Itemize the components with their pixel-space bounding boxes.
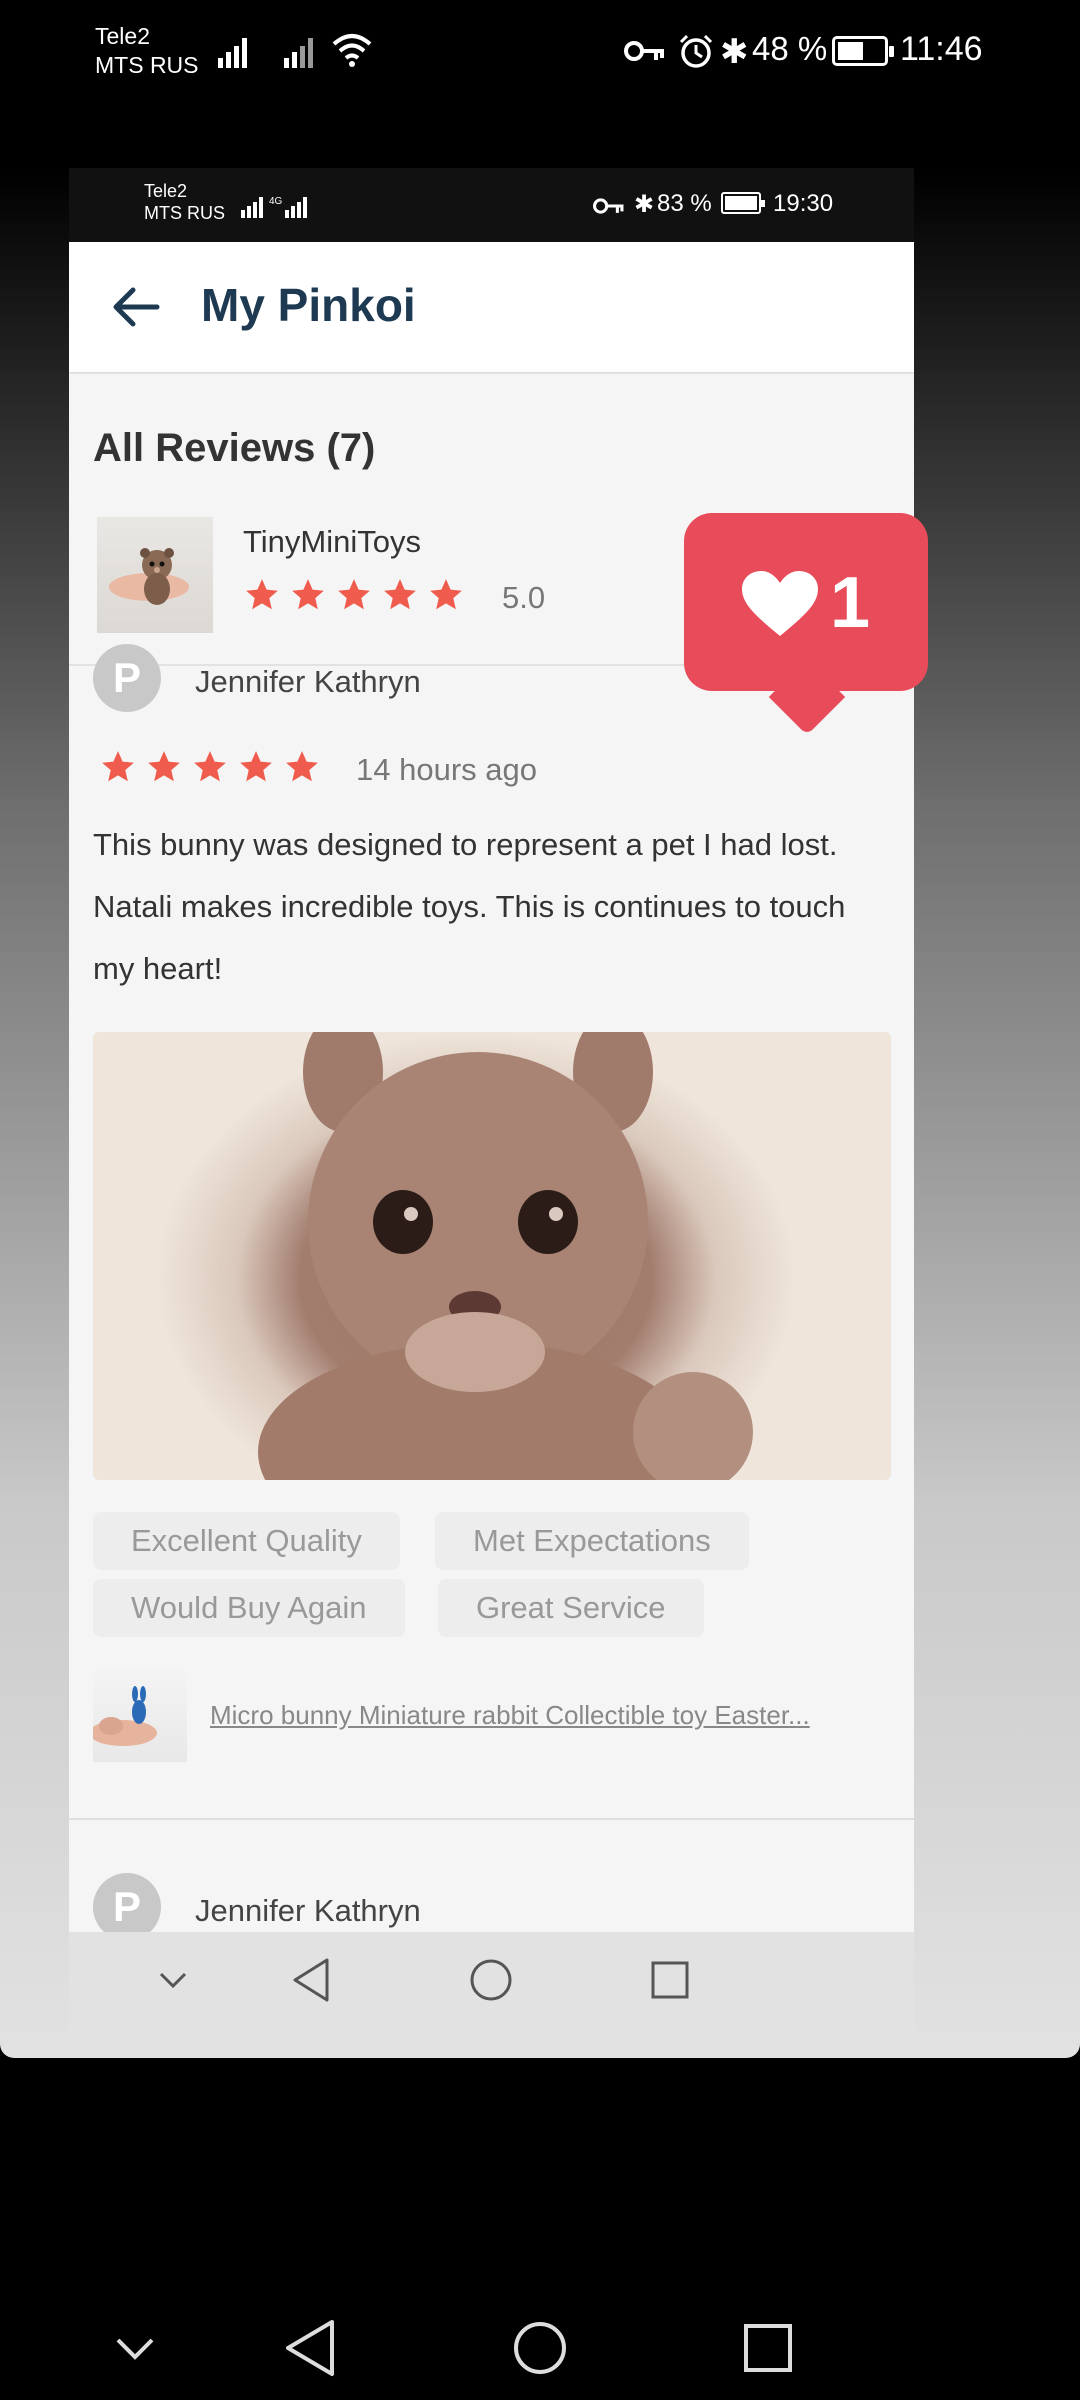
inner-status-bar: Tele2 MTS RUS 4G ✱ 83 % 19:30 — [69, 168, 914, 242]
inner-carrier-name-1: Tele2 — [144, 181, 188, 201]
star-icon — [292, 579, 324, 610]
system-navigation-bar — [0, 2300, 1080, 2400]
screenshot-preview[interactable]: Tele2 MTS RUS 4G ✱ 83 % 19:30 My Pinkoi — [0, 110, 1080, 2058]
shop-thumbnail[interactable] — [97, 517, 213, 633]
battery-percent: 48 % — [752, 30, 828, 67]
mini-bunny-image — [89, 1686, 157, 1746]
review-rating-stars — [99, 748, 321, 786]
review-time: 14 hours ago — [356, 752, 537, 787]
home-circle-icon[interactable] — [469, 1958, 513, 2002]
review-tag: Met Expectations — [435, 1512, 749, 1570]
page-title: My Pinkoi — [201, 279, 416, 331]
star-icon — [338, 579, 370, 610]
bunny-toy-image — [258, 1032, 753, 1480]
chevron-down-icon[interactable] — [155, 1962, 191, 1998]
review-photo[interactable] — [93, 1032, 891, 1480]
inner-signal-icon: 4G — [241, 196, 307, 218]
avatar[interactable]: P — [93, 1873, 161, 1941]
star-icon — [246, 579, 278, 610]
inner-battery-icon — [721, 192, 765, 214]
recents-square-icon[interactable] — [650, 1960, 690, 2000]
chevron-down-icon[interactable] — [112, 2326, 158, 2372]
star-icon — [194, 751, 226, 782]
heart-icon — [742, 571, 818, 636]
alarm-icon — [679, 34, 713, 68]
outer-status-bar: Tele2 MTS RUS ✱ 48 % 11:46 — [0, 0, 1080, 110]
inner-carrier-name-2: MTS RUS — [144, 203, 225, 223]
back-triangle-icon[interactable] — [282, 2318, 338, 2378]
inner-battery-percent: 83 % — [657, 190, 712, 217]
shop-rating-score: 5.0 — [502, 580, 546, 615]
shop-name[interactable]: TinyMiniToys — [243, 524, 421, 560]
review-tag: Great Service — [438, 1579, 704, 1637]
pinkoi-logo-icon: P — [112, 654, 141, 701]
divider — [69, 1818, 914, 1820]
star-icon — [148, 751, 180, 782]
carrier-name-1: Tele2 — [95, 23, 150, 49]
inner-clock: 19:30 — [773, 190, 834, 217]
star-icon — [384, 579, 416, 610]
bluetooth-icon: ✱ — [720, 33, 749, 71]
star-icon — [240, 751, 272, 782]
avatar[interactable]: P — [93, 644, 161, 712]
signal-icon — [218, 38, 247, 68]
signal-icon-2 — [284, 38, 313, 68]
like-count: 1 — [830, 563, 871, 643]
star-icon — [286, 751, 318, 782]
battery-icon — [832, 36, 894, 66]
wifi-icon — [332, 34, 372, 67]
toy-bear-image — [109, 548, 189, 605]
phone-screen: Tele2 MTS RUS 4G ✱ 83 % 19:30 My Pinkoi — [69, 168, 914, 2032]
inner-bluetooth-icon: ✱ — [634, 191, 655, 218]
review-tag: Excellent Quality — [93, 1512, 400, 1570]
recents-square-icon[interactable] — [742, 2322, 794, 2374]
arrow-left-icon[interactable] — [109, 282, 161, 332]
vpn-key-icon — [624, 41, 664, 61]
review-text: This bunny was designed to represent a p… — [93, 827, 846, 986]
shop-rating-stars — [243, 576, 465, 614]
star-icon — [430, 579, 462, 610]
inner-vpn-key-icon — [593, 198, 624, 214]
carrier-name-2: MTS RUS — [95, 52, 199, 78]
carrier-info: Tele2 MTS RUS — [95, 22, 199, 80]
back-triangle-icon[interactable] — [289, 1956, 333, 2004]
reviewer-name[interactable]: Jennifer Kathryn — [195, 664, 421, 700]
app-bar: My Pinkoi — [69, 242, 914, 372]
inner-carrier-info: Tele2 MTS RUS — [144, 180, 225, 224]
star-icon — [102, 751, 134, 782]
svg-text:4G: 4G — [269, 196, 283, 207]
clock: 11:46 — [900, 30, 983, 68]
home-circle-icon[interactable] — [512, 2320, 568, 2376]
reviews-heading: All Reviews (7) — [93, 426, 376, 470]
product-thumbnail[interactable] — [89, 1668, 187, 1762]
reviewer-name[interactable]: Jennifer Kathryn — [195, 1893, 421, 1929]
review-tag: Would Buy Again — [93, 1579, 405, 1637]
inner-navigation-bar — [69, 1932, 914, 2032]
product-link[interactable]: Micro bunny Miniature rabbit Collectible… — [210, 1700, 810, 1731]
pinkoi-logo-icon: P — [112, 1883, 141, 1930]
